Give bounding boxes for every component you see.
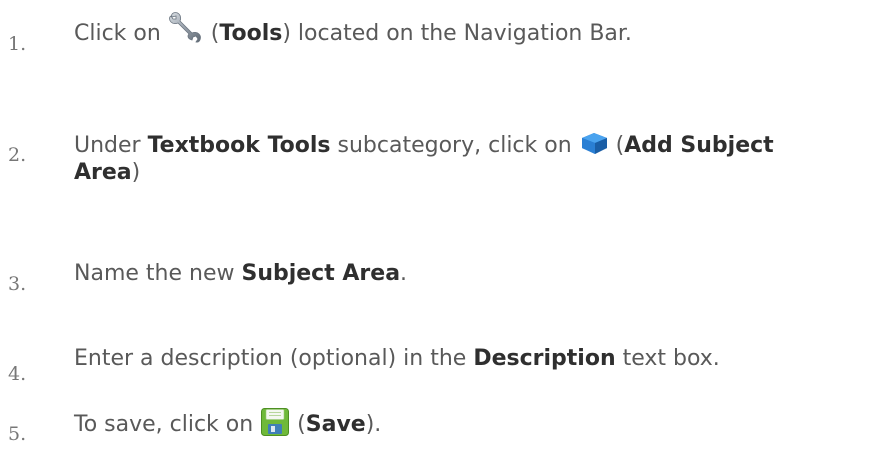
step-text: Name the new Subject Area. <box>74 261 844 288</box>
step-text-part: ( <box>608 133 625 158</box>
step-text-part: text box. <box>615 346 720 371</box>
step-text-part: ( <box>203 21 220 46</box>
subject-area-label: Subject Area <box>241 261 401 286</box>
step-number: 1. <box>8 33 27 55</box>
tools-label: Tools <box>219 21 283 46</box>
book-icon <box>579 130 609 156</box>
step-text-part: ). <box>365 412 382 437</box>
step-text-part: subcategory, click on <box>330 133 579 158</box>
step-text: To save, click on (Save). <box>74 408 844 439</box>
step-text-part: Click on <box>74 21 168 46</box>
save-label: Save <box>305 412 366 437</box>
step-text-part: To save, click on <box>74 412 261 437</box>
step-text-part: ( <box>290 412 306 437</box>
step-number: 2. <box>8 144 27 166</box>
step-text-part: ) <box>131 159 141 185</box>
step-text-part: . <box>400 261 408 286</box>
step-number: 4. <box>8 363 27 385</box>
step-text-part: Enter a description (optional) in the <box>74 346 474 371</box>
description-label: Description <box>473 346 616 371</box>
textbook-tools-label: Textbook Tools <box>147 133 331 158</box>
step-number: 3. <box>8 273 27 295</box>
step-text: Under Textbook Tools subcategory, click … <box>74 133 844 187</box>
step-text: Enter a description (optional) in the De… <box>74 346 844 373</box>
step-text: Click on (Tools) located on the Navigati… <box>74 12 844 48</box>
step-text-part: Name the new <box>74 261 242 286</box>
save-icon <box>260 407 290 437</box>
wrench-icon <box>168 11 204 45</box>
step-number: 5. <box>8 423 27 445</box>
instruction-steps: 1. Click on (Tools) located on the Navig… <box>0 0 870 450</box>
step-text-part: ) located on the Navigation Bar. <box>282 21 632 46</box>
step-text-part: Under <box>74 133 148 158</box>
